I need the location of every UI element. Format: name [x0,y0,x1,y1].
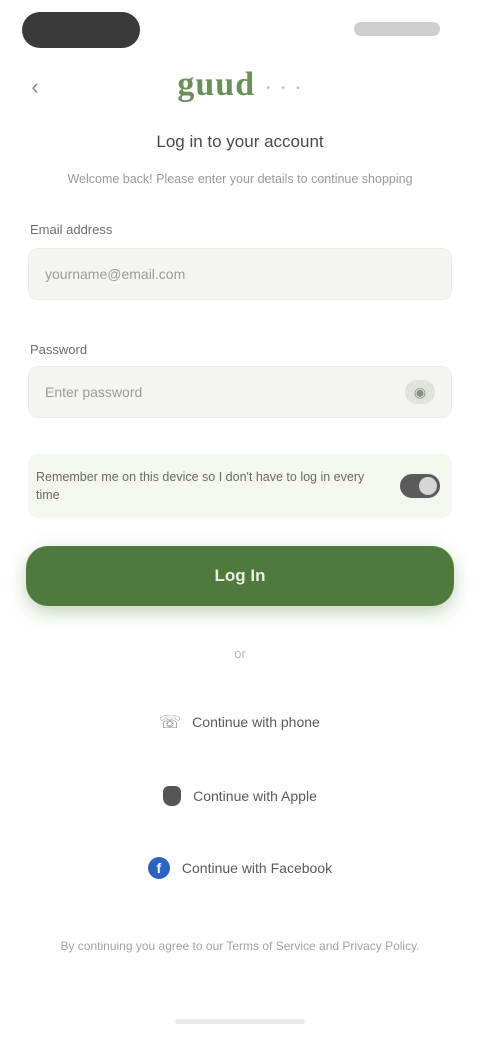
status-icons [354,22,440,36]
home-indicator [175,1019,305,1024]
show-password-button[interactable]: ◉ [405,380,435,404]
status-time-pill [22,12,140,48]
login-button[interactable]: Log In [26,546,454,606]
remember-me-toggle[interactable] [400,474,440,498]
or-divider: or [234,646,246,661]
eye-icon: ◉ [413,383,427,400]
remember-me-label: Remember me on this device so I don't ha… [36,470,365,502]
email-label: Email address [30,222,113,237]
password-label: Password [30,342,88,357]
logo-accent: · · · [264,75,303,100]
apple-icon [163,786,182,806]
terms-notice: By continuing you agree to our Terms of … [60,939,420,953]
brand-logo: guud · · · [0,66,480,104]
remember-me-row: Remember me on this device so I don't ha… [28,454,452,518]
logo-text: guud [177,66,256,103]
phone-icon: ☏ [158,711,182,732]
phone-button-label: Continue with phone [192,714,320,730]
email-field[interactable] [45,266,435,282]
password-field[interactable] [45,384,405,400]
status-bar [0,0,480,60]
page-description: Welcome back! Please enter your details … [67,172,413,186]
continue-with-phone-button[interactable]: ☏ Continue with phone [120,702,360,742]
facebook-icon: f [147,857,170,879]
continue-with-apple-button[interactable]: Continue with Apple [120,776,360,816]
continue-with-facebook-button[interactable]: f Continue with Facebook [120,848,360,888]
password-field-wrapper: ◉ [28,366,452,418]
email-field-wrapper [28,248,452,300]
facebook-button-label: Continue with Facebook [181,860,333,876]
page-title: Log in to your account [156,132,324,151]
apple-button-label: Continue with Apple [193,788,317,804]
